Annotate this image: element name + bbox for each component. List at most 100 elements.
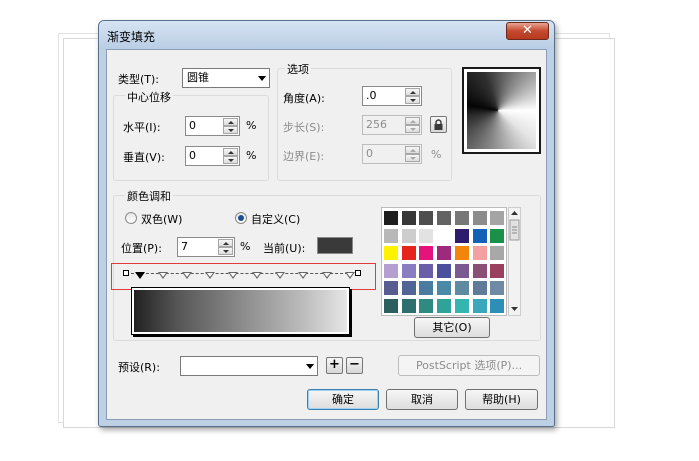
scrollbar-graphic bbox=[509, 211, 520, 311]
palette-swatch[interactable] bbox=[436, 298, 453, 314]
marker-fill bbox=[277, 273, 283, 277]
palette-swatch[interactable] bbox=[400, 245, 417, 262]
spin-up-icon[interactable] bbox=[218, 239, 233, 247]
palette-swatch[interactable] bbox=[453, 262, 470, 279]
palette-swatch[interactable] bbox=[436, 280, 453, 297]
palette-swatch[interactable] bbox=[453, 227, 470, 244]
color-palette bbox=[381, 207, 507, 316]
other-colors-button[interactable]: 其它(O) bbox=[414, 317, 490, 338]
gradient-bar[interactable] bbox=[134, 290, 347, 332]
gradient-fill-dialog: 渐变填充 ✕ 类型(T): 圆锥 中心位移 水平(I): 0 % 垂直(V): … bbox=[98, 20, 555, 427]
custom-radio[interactable] bbox=[235, 212, 247, 224]
two-color-radio[interactable] bbox=[125, 212, 137, 224]
palette-swatch[interactable] bbox=[489, 262, 506, 279]
scroll-down-icon bbox=[511, 307, 518, 311]
angle-spinner[interactable] bbox=[405, 88, 420, 104]
custom-label: 自定义(C) bbox=[251, 213, 301, 226]
spin-down-icon[interactable] bbox=[218, 247, 233, 255]
remove-preset-button[interactable]: − bbox=[346, 357, 363, 374]
position-input[interactable]: 7 bbox=[177, 237, 235, 257]
edge-label: 边界(E): bbox=[283, 150, 325, 163]
palette-swatch[interactable] bbox=[471, 227, 488, 244]
palette-swatch[interactable] bbox=[489, 227, 506, 244]
angle-input[interactable]: .0 bbox=[362, 86, 422, 106]
postscript-options-button[interactable]: PostScript 选项(P)... bbox=[398, 355, 540, 376]
palette-swatch[interactable] bbox=[436, 227, 453, 244]
palette-swatch[interactable] bbox=[418, 227, 435, 244]
spin-down-icon[interactable] bbox=[223, 156, 238, 164]
vertical-spinner[interactable] bbox=[223, 148, 238, 164]
palette-swatch[interactable] bbox=[418, 298, 435, 314]
spin-up-icon[interactable] bbox=[405, 88, 420, 96]
scroll-up-icon bbox=[511, 211, 518, 215]
palette-swatch[interactable] bbox=[400, 298, 417, 314]
spin-up-icon[interactable] bbox=[223, 148, 238, 156]
cancel-button[interactable]: 取消 bbox=[386, 389, 458, 410]
horizontal-offset-value: 0 bbox=[189, 119, 196, 132]
palette-swatch[interactable] bbox=[453, 280, 470, 297]
options-label: 选项 bbox=[285, 61, 311, 77]
palette-swatch[interactable] bbox=[383, 227, 399, 244]
palette-swatch[interactable] bbox=[471, 245, 488, 262]
palette-swatch[interactable] bbox=[489, 298, 506, 314]
palette-swatch[interactable] bbox=[418, 280, 435, 297]
spin-down-icon[interactable] bbox=[223, 126, 238, 134]
horizontal-spinner[interactable] bbox=[223, 118, 238, 134]
spin-down-icon bbox=[405, 154, 420, 162]
angle-label: 角度(A): bbox=[283, 92, 325, 105]
add-preset-button[interactable]: + bbox=[326, 357, 343, 374]
start-stop-square[interactable] bbox=[123, 270, 129, 276]
palette-scrollbar[interactable] bbox=[508, 207, 521, 316]
palette-swatch[interactable] bbox=[489, 280, 506, 297]
color-blend-label: 颜色调和 bbox=[125, 188, 173, 204]
palette-swatch[interactable] bbox=[436, 262, 453, 279]
marker-fill bbox=[183, 273, 190, 277]
palette-swatch[interactable] bbox=[436, 245, 453, 262]
end-stop-square[interactable] bbox=[355, 270, 361, 276]
palette-swatch[interactable] bbox=[383, 280, 399, 297]
palette-swatch[interactable] bbox=[471, 280, 488, 297]
palette-swatch[interactable] bbox=[453, 298, 470, 314]
palette-swatch[interactable] bbox=[489, 210, 506, 226]
vertical-offset-input[interactable]: 0 bbox=[185, 146, 240, 166]
palette-swatch[interactable] bbox=[418, 245, 435, 262]
preset-select[interactable] bbox=[180, 356, 318, 376]
selected-color-stop-marker[interactable] bbox=[135, 272, 145, 279]
palette-swatch[interactable] bbox=[453, 210, 470, 226]
horizontal-offset-input[interactable]: 0 bbox=[185, 116, 240, 136]
conical-gradient-swatch bbox=[467, 72, 536, 149]
palette-swatch[interactable] bbox=[436, 210, 453, 226]
steps-spinner bbox=[405, 117, 420, 133]
palette-swatch[interactable] bbox=[471, 298, 488, 314]
current-color-swatch[interactable] bbox=[317, 237, 353, 254]
palette-swatch[interactable] bbox=[383, 262, 399, 279]
palette-swatch[interactable] bbox=[400, 280, 417, 297]
title-bar[interactable]: 渐变填充 ✕ bbox=[99, 21, 554, 49]
preset-label: 预设(R): bbox=[118, 361, 160, 374]
palette-swatch[interactable] bbox=[400, 227, 417, 244]
close-button[interactable]: ✕ bbox=[506, 22, 549, 40]
dialog-body: 类型(T): 圆锥 中心位移 水平(I): 0 % 垂直(V): 0 % 选项 … bbox=[106, 49, 547, 420]
edge-value: 0 bbox=[366, 147, 373, 160]
palette-swatch[interactable] bbox=[471, 262, 488, 279]
palette-swatch[interactable] bbox=[418, 262, 435, 279]
ok-button[interactable]: 确定 bbox=[307, 389, 379, 410]
palette-swatch[interactable] bbox=[453, 245, 470, 262]
palette-swatch[interactable] bbox=[383, 298, 399, 314]
palette-swatch[interactable] bbox=[400, 210, 417, 226]
steps-lock-button[interactable] bbox=[430, 116, 447, 133]
marker-fill bbox=[253, 273, 260, 277]
edge-input: 0 bbox=[362, 144, 422, 164]
palette-swatch[interactable] bbox=[418, 210, 435, 226]
marker-fill bbox=[207, 273, 213, 277]
palette-swatch[interactable] bbox=[383, 245, 399, 262]
palette-swatch[interactable] bbox=[400, 262, 417, 279]
palette-swatch[interactable] bbox=[489, 245, 506, 262]
spin-down-icon[interactable] bbox=[405, 96, 420, 104]
palette-swatch[interactable] bbox=[471, 210, 488, 226]
spin-up-icon[interactable] bbox=[223, 118, 238, 126]
position-spinner[interactable] bbox=[218, 239, 233, 255]
help-button[interactable]: 帮助(H) bbox=[465, 389, 538, 410]
palette-swatch[interactable] bbox=[383, 210, 399, 226]
type-select[interactable]: 圆锥 bbox=[182, 68, 270, 88]
